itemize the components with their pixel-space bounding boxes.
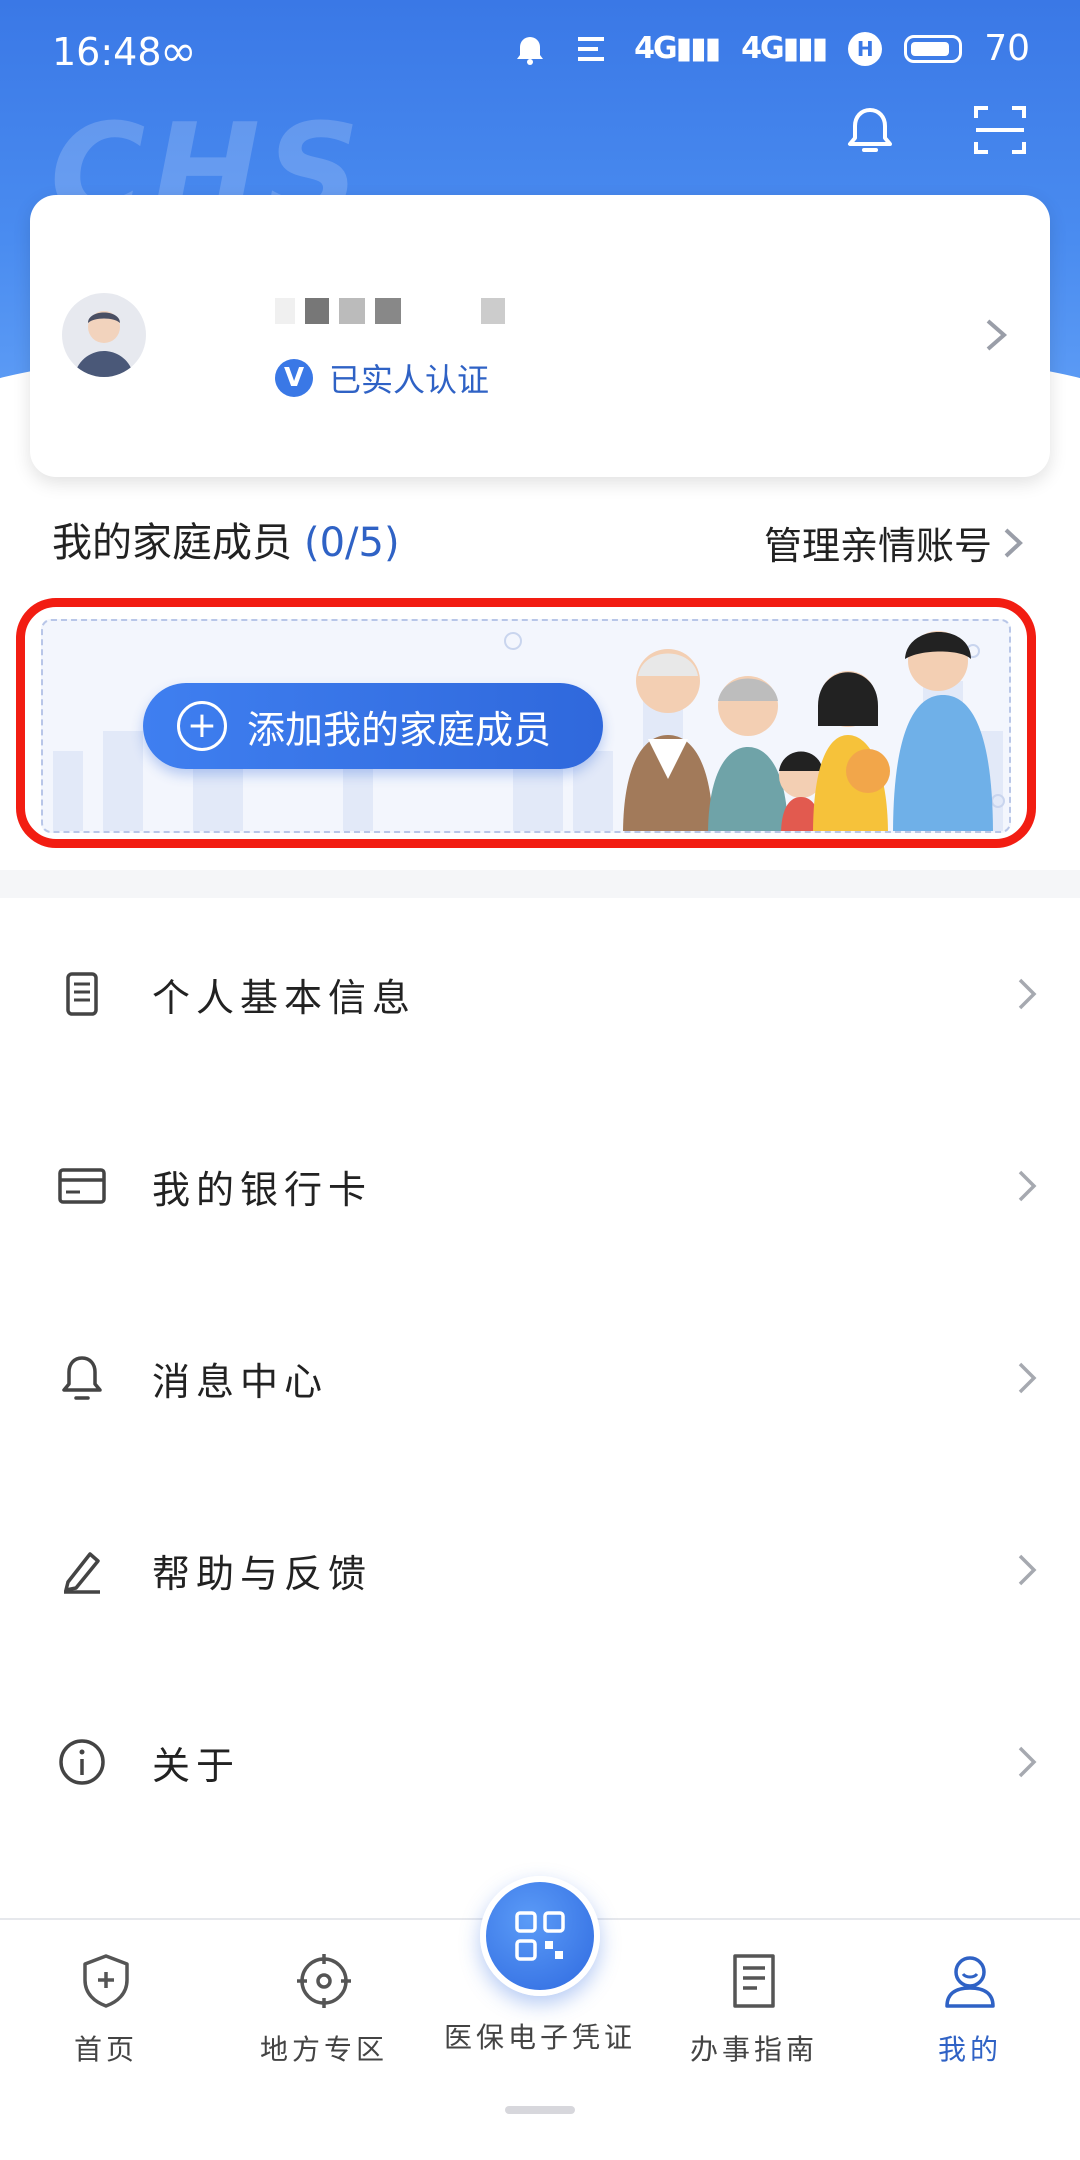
verified-check-icon: V [275,359,313,397]
document-icon [66,972,98,1016]
manage-label: 管理亲情账号 [763,524,992,568]
family-banner-highlight: + 添加我的家庭成员 [16,598,1036,848]
alarm-icon [517,36,544,65]
hd-icon: H [848,31,883,66]
nav-label: 首页 [73,2033,138,2066]
profile-card[interactable]: V 已实人认证 [30,195,1050,477]
chevron-right-icon [1018,978,1037,1010]
nav-mine[interactable]: 我的 [870,1950,1070,2068]
bell-icon [62,1356,102,1400]
status-icons: 4G▮▮▮ 4G▮▮▮ H 70 [510,28,1030,69]
section-divider [0,870,1080,898]
menu-item-bank-card[interactable]: 我的银行卡 [0,1090,1080,1282]
info-icon [59,1739,105,1785]
menu-label: 消息中心 [152,1359,329,1404]
guide-document-icon [733,1954,775,2008]
family-illustration [623,631,993,831]
chevron-right-icon [1018,1170,1037,1202]
chevron-right-icon [1018,1554,1037,1586]
menu-label: 我的银行卡 [152,1167,373,1212]
nav-label: 我的 [937,2033,1002,2066]
chevron-right-icon [1004,528,1023,557]
menu-item-message-center[interactable]: 消息中心 [0,1282,1080,1474]
menu-item-about[interactable]: 关于 [0,1666,1080,1858]
scan-icon[interactable] [970,100,1030,160]
target-icon [297,1954,351,2008]
status-time: 16:48 [52,30,162,74]
profile-menu: 个人基本信息 我的银行卡 消息中心 帮助与反馈 关于 [0,898,1080,1858]
avatar-person-icon [74,311,134,377]
user-icon [945,1956,995,2008]
verified-label: 已实人认证 [329,361,490,399]
status-bar: 16:48 ∞ 4G▮▮▮ 4G▮▮▮ H 70 [0,0,1080,100]
nav-local-zone[interactable]: 地方专区 [224,1950,424,2068]
nav-label: 地方专区 [259,2033,388,2066]
bank-card-icon [58,1168,106,1204]
family-members-title: 我的家庭成员 (0/5) [52,510,400,568]
qr-code-icon [515,1911,565,1961]
menu-label: 关于 [152,1743,241,1788]
family-count: (0/5) [304,520,400,566]
add-family-label: 添加我的家庭成员 [247,707,552,752]
home-indicator[interactable] [505,2106,575,2114]
plus-circle-icon: + [177,701,227,751]
avatar [62,293,146,377]
signal-4g-icon: 4G▮▮▮ [634,31,721,66]
infinity-icon: ∞ [160,26,197,77]
notification-bell-icon[interactable] [840,100,900,160]
signal-4g-icon-2: 4G▮▮▮ [741,31,828,66]
nav-label: 办事指南 [689,2033,818,2066]
chevron-right-icon [1018,1746,1037,1778]
masked-user-name [275,298,515,324]
menu-item-personal-info[interactable]: 个人基本信息 [0,898,1080,1090]
nav-home[interactable]: 首页 [6,1950,206,2068]
battery-icon [904,34,963,63]
shield-plus-icon [83,1954,129,2008]
notification-lines-icon [578,36,605,61]
chevron-right-icon [1018,1362,1037,1394]
chevron-right-icon [986,319,1008,351]
nav-label-medical-insurance[interactable]: 医保电子凭证 [430,2016,650,2056]
verification-status: V 已实人认证 [275,355,489,401]
pen-icon [64,1552,100,1594]
menu-label: 帮助与反馈 [152,1551,373,1596]
family-banner[interactable]: + 添加我的家庭成员 [41,619,1011,833]
manage-family-accounts-link[interactable]: 管理亲情账号 [764,515,1024,570]
menu-label: 个人基本信息 [152,975,417,1020]
family-title-text: 我的家庭成员 [52,520,292,566]
menu-item-help-feedback[interactable]: 帮助与反馈 [0,1474,1080,1666]
medical-insurance-qr-button[interactable] [480,1876,600,1996]
nav-service-guide[interactable]: 办事指南 [654,1950,854,2068]
add-family-member-button[interactable]: + 添加我的家庭成员 [143,683,603,769]
battery-level: 70 [984,28,1030,69]
